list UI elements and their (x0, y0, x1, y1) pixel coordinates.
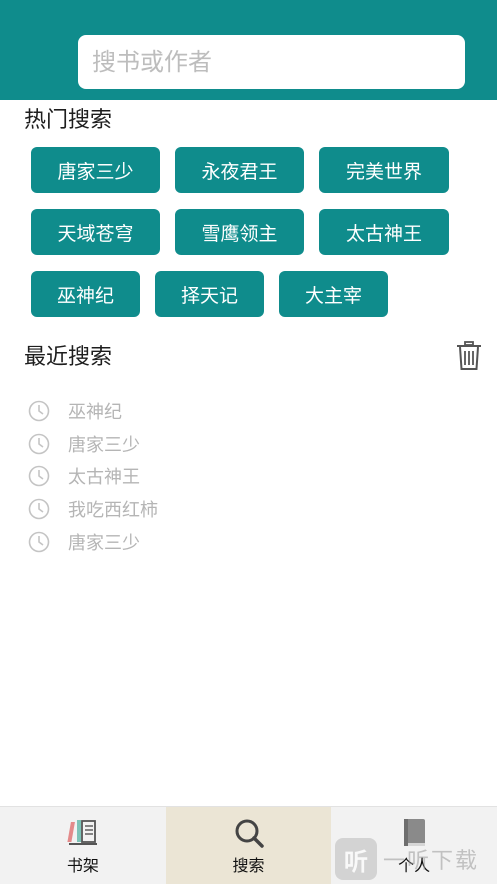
clock-icon (28, 433, 50, 455)
clock-icon (28, 466, 50, 487)
recent-search-title: 最近搜索 (24, 345, 113, 370)
hot-tag[interactable]: 天域苍穹 (31, 209, 160, 255)
recent-search-list: 巫神纪 唐家三少 太古神王 我吃西红柿 唐家三少 (28, 395, 468, 558)
history-item[interactable]: 唐家三少 (28, 428, 468, 461)
trash-icon[interactable] (456, 341, 482, 371)
hot-search-title: 热门搜索 (24, 108, 113, 133)
hot-tag[interactable]: 择天记 (155, 271, 264, 317)
watermark-text: 一听下载 (383, 849, 480, 874)
tab-label: 搜索 (232, 855, 265, 875)
clock-icon (28, 498, 50, 520)
history-item[interactable]: 太古神王 (28, 460, 468, 493)
header-bar (0, 0, 497, 100)
hot-tag[interactable]: 完美世界 (319, 147, 449, 193)
history-text: 我吃西红柿 (68, 500, 158, 522)
history-item[interactable]: 唐家三少 (28, 525, 468, 558)
hot-tag[interactable]: 巫神纪 (31, 271, 140, 317)
hot-tag[interactable]: 雪鹰领主 (175, 209, 304, 255)
tab-bookshelf[interactable]: 书架 (0, 807, 166, 884)
search-input[interactable] (90, 34, 465, 90)
clock-icon (28, 400, 50, 422)
history-text: 唐家三少 (68, 532, 140, 554)
history-text: 巫神纪 (68, 402, 122, 424)
tab-label: 书架 (66, 855, 99, 875)
hot-tag[interactable]: 大主宰 (279, 271, 388, 317)
history-text: 太古神王 (68, 467, 140, 489)
history-item[interactable]: 巫神纪 (28, 395, 468, 428)
watermark: 听 一听下载 (335, 838, 479, 880)
hot-tag[interactable]: 太古神王 (319, 209, 449, 255)
clock-icon (28, 531, 50, 552)
tab-search[interactable]: 搜索 (165, 807, 332, 884)
history-text: 唐家三少 (68, 434, 140, 456)
hot-tag[interactable]: 唐家三少 (31, 147, 160, 193)
history-item[interactable]: 我吃西红柿 (28, 493, 468, 526)
hot-tag[interactable]: 永夜君王 (175, 147, 304, 193)
watermark-logo: 听 (335, 838, 377, 880)
search-box[interactable] (78, 34, 465, 90)
search-icon (235, 819, 264, 848)
bookshelf-icon (67, 819, 97, 845)
